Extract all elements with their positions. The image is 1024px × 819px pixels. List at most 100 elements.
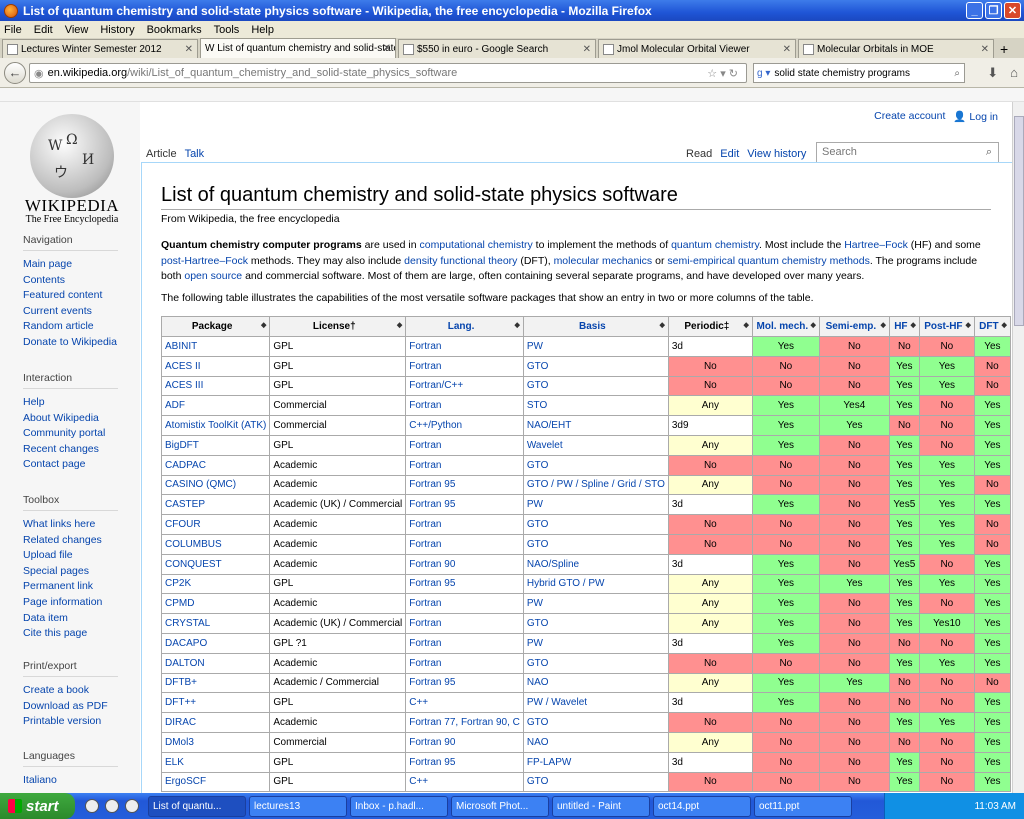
tab-talk[interactable]: Talk [181, 138, 209, 162]
url-bar[interactable]: ◉ en.wikipedia.org/wiki/List_of_quantum_… [29, 63, 747, 83]
table-cell[interactable]: Fortran [405, 395, 524, 417]
google-search-icon[interactable]: g ▾ [757, 68, 770, 79]
table-cell[interactable]: GTO [522, 652, 669, 674]
table-cell[interactable]: Fortran/C++ [405, 375, 524, 397]
sidebar-link[interactable]: Italiano [23, 773, 118, 789]
browser-search-box[interactable]: g ▾ solid state chemistry programs ⌕ [753, 63, 965, 83]
column-header[interactable]: Semi-emp. ◆ [818, 316, 890, 337]
table-cell[interactable]: CP2K [160, 573, 271, 595]
wikipedia-globe-logo[interactable]: WΩИウ [30, 114, 114, 198]
link[interactable]: post-Hartree–Fock [161, 255, 248, 267]
table-cell[interactable]: PW [522, 632, 669, 654]
table-cell[interactable]: Fortran [405, 454, 524, 476]
column-header[interactable]: Mol. mech. ◆ [751, 316, 820, 337]
table-cell[interactable]: ACES III [160, 375, 271, 397]
table-cell[interactable]: DFTB+ [160, 672, 271, 694]
sidebar-link[interactable]: Donate to Wikipedia [23, 335, 118, 351]
link[interactable]: quantum chemistry [671, 239, 759, 251]
sidebar-link[interactable]: Help [23, 395, 118, 411]
taskbar-button[interactable]: oct14.ppt [653, 795, 751, 817]
sort-icon[interactable]: ◆ [880, 321, 885, 329]
browser-tab[interactable]: Lectures Winter Semester 2012 ✕ [2, 39, 198, 58]
menu-view[interactable]: View [65, 24, 89, 36]
link[interactable]: open source [184, 270, 242, 282]
table-cell[interactable]: CPMD [160, 593, 271, 615]
taskbar-button[interactable]: untitled - Paint [552, 795, 650, 817]
table-cell[interactable]: NAO/EHT [522, 415, 669, 436]
table-cell[interactable]: GTO [522, 454, 669, 476]
table-cell[interactable]: NAO [522, 731, 669, 753]
table-cell[interactable]: ELK [160, 751, 271, 773]
sidebar-link[interactable]: Main page [23, 257, 118, 273]
table-cell[interactable]: ErgoSCF [160, 771, 271, 793]
table-cell[interactable]: Fortran 90 [405, 731, 524, 753]
sidebar-link[interactable]: Upload file [23, 548, 118, 564]
search-icon[interactable]: ⌕ [986, 146, 992, 159]
table-cell[interactable]: GTO [522, 375, 669, 397]
ie-quick-icon[interactable] [105, 799, 119, 813]
table-cell[interactable]: CRYSTAL [160, 613, 271, 634]
table-cell[interactable]: Fortran 77, Fortran 90, C [405, 712, 524, 733]
table-cell[interactable]: Hybrid GTO / PW [522, 573, 669, 595]
sort-icon[interactable]: ◆ [659, 321, 664, 329]
create-account-link[interactable]: Create account [874, 110, 945, 123]
sidebar-link[interactable]: Random article [23, 319, 118, 335]
table-cell[interactable]: Fortran 95 [405, 494, 524, 516]
table-cell[interactable]: GTO [522, 514, 669, 535]
menu-help[interactable]: Help [251, 24, 274, 36]
browser-tab[interactable]: Jmol Molecular Orbital Viewer ✕ [598, 39, 796, 58]
table-cell[interactable]: Fortran 95 [405, 573, 524, 595]
sidebar-link[interactable]: Create a book [23, 683, 118, 699]
close-button[interactable]: ✕ [1004, 2, 1021, 19]
login-link[interactable]: 👤 Log in [953, 110, 998, 123]
vertical-scrollbar[interactable] [1012, 102, 1024, 793]
wiki-search-input[interactable]: Search ⌕ [816, 142, 999, 163]
sort-icon[interactable]: ◆ [261, 321, 266, 329]
table-cell[interactable]: PW [522, 494, 669, 516]
sidebar-link[interactable]: Cite this page [23, 626, 118, 642]
sidebar-link[interactable]: Related changes [23, 533, 118, 549]
table-cell[interactable]: DACAPO [160, 632, 271, 654]
home-icon[interactable]: ⌂ [1010, 65, 1018, 81]
taskbar-button[interactable]: oct11.ppt [754, 795, 852, 817]
download-icon[interactable]: ⬇ [987, 65, 998, 81]
chrome-quick-icon[interactable] [125, 799, 139, 813]
table-cell[interactable]: DIRAC [160, 712, 271, 733]
table-cell[interactable]: Fortran 90 [405, 553, 524, 575]
table-cell[interactable]: Wavelet [522, 434, 669, 456]
table-cell[interactable]: ABINIT [160, 336, 271, 357]
taskbar-button[interactable]: Microsoft Phot... [451, 795, 549, 817]
table-cell[interactable]: GTO [522, 613, 669, 634]
table-cell[interactable]: DFT++ [160, 692, 271, 714]
close-tab-icon[interactable]: ✕ [981, 44, 989, 55]
column-header[interactable]: DFT ◆ [973, 316, 1011, 337]
sort-icon[interactable]: ◆ [810, 321, 815, 329]
table-cell[interactable]: GTO / PW / Spline / Grid / STO [522, 474, 669, 496]
tab-edit[interactable]: Edit [716, 138, 743, 162]
table-cell[interactable]: GTO [522, 355, 669, 377]
menu-bookmarks[interactable]: Bookmarks [147, 24, 202, 36]
sort-icon[interactable]: ◆ [397, 321, 402, 329]
browser-tab[interactable]: $550 in euro - Google Search ✕ [398, 39, 596, 58]
table-cell[interactable]: Fortran [405, 613, 524, 634]
tab-view-history[interactable]: View history [743, 138, 810, 162]
sort-icon[interactable]: ◆ [910, 321, 915, 329]
close-tab-icon[interactable]: ✕ [783, 44, 791, 55]
close-tab-icon[interactable]: ✕ [583, 44, 591, 55]
table-cell[interactable]: FP-LAPW [522, 751, 669, 773]
link[interactable]: molecular mechanics [554, 255, 653, 267]
table-cell[interactable]: Fortran 95 [405, 751, 524, 773]
sidebar-link[interactable]: About Wikipedia [23, 411, 118, 427]
link[interactable]: density functional theory [404, 255, 517, 267]
table-cell[interactable]: CASTEP [160, 494, 271, 516]
taskbar-button[interactable]: List of quantu... [148, 795, 246, 817]
table-cell[interactable]: DALTON [160, 652, 271, 674]
table-cell[interactable]: Fortran [405, 533, 524, 555]
link[interactable]: Hartree–Fock [844, 239, 908, 251]
table-cell[interactable]: CASINO (QMC) [160, 474, 271, 496]
menu-file[interactable]: File [4, 24, 22, 36]
sort-icon[interactable]: ◆ [1001, 321, 1006, 329]
browser-tab-active[interactable]: W List of quantum chemistry and solid-st… [200, 38, 396, 58]
table-cell[interactable]: Fortran [405, 434, 524, 456]
table-cell[interactable]: C++ [405, 692, 524, 714]
